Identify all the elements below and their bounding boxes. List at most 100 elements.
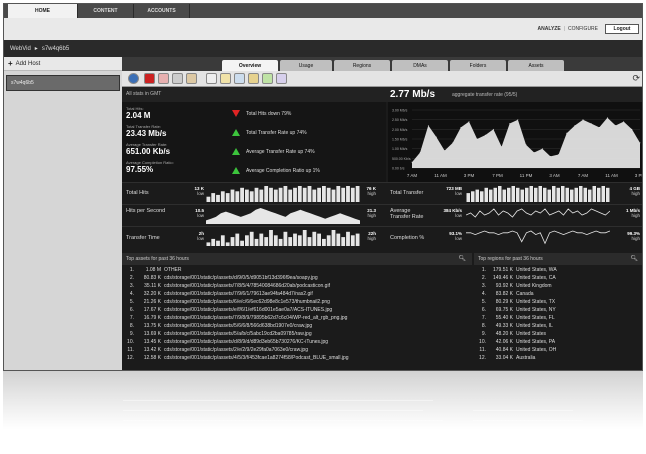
asset-row[interactable]: 3. 35.11 Kcds/storage/001/static/p/assets… bbox=[122, 283, 472, 291]
region-row[interactable]: 7. 55.40 K United States, FL bbox=[474, 315, 642, 323]
pdf-icon[interactable] bbox=[158, 73, 169, 84]
region-row[interactable]: 10. 42.06 K United States, PA bbox=[474, 339, 642, 347]
region-row[interactable]: 4. 83.82 K Canada bbox=[474, 291, 642, 299]
globe-icon[interactable] bbox=[128, 73, 139, 84]
alert-total-transfer-rate: Total Transfer Rate up 74% bbox=[232, 129, 307, 136]
breadcrumb-arrow-icon: ▸ bbox=[34, 46, 38, 52]
asset-row[interactable]: 1. 1.08 M OTHER bbox=[122, 267, 472, 275]
row-name: United Kingdom bbox=[516, 283, 552, 289]
asset-row[interactable]: 12. 12.58 Kcds/storage/001/static/p/asset… bbox=[122, 355, 472, 363]
asset-row[interactable]: 6. 17.67 Kcds/storage/001/static/p/assets… bbox=[122, 307, 472, 315]
region-row[interactable]: 9. 48.20 K United States bbox=[474, 331, 642, 339]
flash-icon[interactable] bbox=[144, 73, 155, 84]
sparkline-bar bbox=[312, 231, 317, 246]
sparkline-bar bbox=[471, 191, 475, 202]
sparkline-bar bbox=[552, 186, 556, 202]
row-count: 40.84 K bbox=[495, 347, 513, 353]
folder-icon[interactable] bbox=[248, 73, 259, 84]
sparkline-bar bbox=[326, 187, 331, 202]
analyze-link[interactable]: ANALYZE bbox=[538, 26, 561, 32]
sparkline-bar bbox=[278, 187, 283, 202]
refresh-icon[interactable]: ⟳ bbox=[632, 73, 640, 84]
x-tick-label: 11 AM bbox=[605, 173, 618, 178]
sparkline-low-caption: low bbox=[197, 236, 204, 241]
stats-bar: All stats in GMT 2.77 Mb/s aggregate tra… bbox=[122, 87, 642, 102]
text-file-icon[interactable] bbox=[220, 73, 231, 84]
sparkline-high-caption: high bbox=[367, 236, 376, 241]
asset-row[interactable]: 8. 13.75 Kcds/storage/001/static/p/assets… bbox=[122, 323, 472, 331]
sparkline-bar bbox=[493, 187, 497, 202]
data-point bbox=[517, 119, 519, 121]
alert-text: Average Transfer Rate up 74% bbox=[246, 148, 315, 155]
asset-row[interactable]: 2. 80.83 Kcds/storage/001/static/p/assets… bbox=[122, 275, 472, 283]
sparkline-bar bbox=[529, 186, 533, 202]
sparkline-bar bbox=[245, 189, 249, 202]
sparkline-bar bbox=[538, 186, 542, 202]
region-row[interactable]: 3. 93.92 K United Kingdom bbox=[474, 283, 642, 291]
data-point bbox=[541, 148, 543, 150]
row-name: Australia bbox=[516, 355, 536, 361]
magnifier-icon[interactable]: 🔍︎ bbox=[458, 255, 466, 262]
region-row[interactable]: 6. 69.75 K United States, NY bbox=[474, 307, 642, 315]
tab-dmas[interactable]: DMAs bbox=[392, 60, 448, 71]
asset-row[interactable]: 9. 13.69 Kcds/storage/001/static/p/assets… bbox=[122, 331, 472, 339]
sparkline-bar bbox=[511, 186, 515, 202]
region-row[interactable]: 12. 33.04 K Australia bbox=[474, 355, 642, 363]
asset-row[interactable]: 11. 13.42 Kcds/storage/001/static/p/asset… bbox=[122, 347, 472, 355]
sparkline-low: 723 MB low bbox=[428, 186, 462, 196]
sidebar-item-host[interactable]: s7w4q6b5 bbox=[6, 75, 120, 91]
sparkline-high-caption: high bbox=[367, 213, 376, 218]
sparkline-bar bbox=[235, 191, 240, 202]
row-rank: 6. bbox=[481, 307, 486, 313]
audio-icon[interactable] bbox=[186, 73, 197, 84]
row-name: cds/storage/001/static/p/assets/7/8/5/4/… bbox=[164, 283, 330, 289]
tab-folders[interactable]: Folders bbox=[450, 60, 506, 71]
logout-button[interactable]: Logout bbox=[605, 24, 639, 34]
transfer-time-sparkline bbox=[206, 230, 360, 246]
configure-link[interactable]: CONFIGURE bbox=[568, 26, 598, 32]
sparkline-bar bbox=[507, 187, 511, 202]
row-rank: 7. bbox=[481, 315, 486, 321]
x-tick-label: 3 PM bbox=[464, 173, 475, 178]
asset-row[interactable]: 5. 21.26 Kcds/storage/001/static/p/assets… bbox=[122, 299, 472, 307]
row-rank: 4. bbox=[481, 291, 486, 297]
document-icon[interactable] bbox=[206, 73, 217, 84]
media-icon[interactable] bbox=[172, 73, 183, 84]
sparkline-bar bbox=[307, 237, 312, 246]
row-rank: 1. bbox=[129, 267, 134, 273]
region-row[interactable]: 2. 149.46 K United States, CA bbox=[474, 275, 642, 283]
asset-row[interactable]: 4. 32.20 Kcds/storage/001/static/p/assets… bbox=[122, 291, 472, 299]
nav-tab-accounts[interactable]: ACCOUNTS bbox=[134, 4, 190, 18]
image-file-icon[interactable] bbox=[234, 73, 245, 84]
data-point bbox=[476, 138, 478, 140]
add-host-button[interactable]: + Add Host bbox=[4, 57, 122, 71]
magnifier-icon[interactable]: 🔍︎ bbox=[630, 255, 638, 262]
region-row[interactable]: 8. 49.33 K United States, IL bbox=[474, 323, 642, 331]
app-window: HOME CONTENT ACCOUNTS ANALYZE | CONFIGURE … bbox=[3, 3, 643, 371]
region-row[interactable]: 11. 40.84 K United States, OH bbox=[474, 347, 642, 355]
data-point bbox=[574, 125, 576, 126]
tab-overview[interactable]: Overview bbox=[222, 60, 278, 71]
spreadsheet-icon[interactable] bbox=[262, 73, 273, 84]
archive-icon[interactable] bbox=[276, 73, 287, 84]
alert-text: Total Transfer Rate up 74% bbox=[246, 129, 307, 136]
kpi-average-completion-ratio: Average Completion Ratio: 97.55% bbox=[126, 160, 174, 174]
asset-row[interactable]: 10. 13.45 Kcds/storage/001/static/p/asset… bbox=[122, 339, 472, 347]
region-row[interactable]: 5. 80.29 K United States, TX bbox=[474, 299, 642, 307]
sparkline-bar bbox=[484, 187, 488, 202]
nav-tab-content[interactable]: CONTENT bbox=[78, 4, 134, 18]
nav-tab-home[interactable]: HOME bbox=[8, 4, 78, 18]
tab-regions[interactable]: Regions bbox=[334, 60, 390, 71]
asset-row[interactable]: 7. 16.79 Kcds/storage/001/static/p/assets… bbox=[122, 315, 472, 323]
tab-assets[interactable]: Assets bbox=[508, 60, 564, 71]
sparkline-label: Average Transfer Rate bbox=[390, 208, 424, 220]
x-tick-label: 11 AM bbox=[434, 173, 447, 178]
breadcrumb-root[interactable]: WebVid bbox=[10, 46, 31, 52]
sparkline-bar bbox=[297, 186, 302, 202]
sparkline-bar bbox=[326, 235, 331, 246]
main-panel: Overview Usage Regions DMAs Folders Asse… bbox=[122, 57, 642, 370]
region-row[interactable]: 1. 179.51 K United States, WA bbox=[474, 267, 642, 275]
tab-usage[interactable]: Usage bbox=[280, 60, 332, 71]
kpi-value: 2.04 M bbox=[126, 111, 151, 120]
sparkline-bar bbox=[288, 189, 293, 202]
